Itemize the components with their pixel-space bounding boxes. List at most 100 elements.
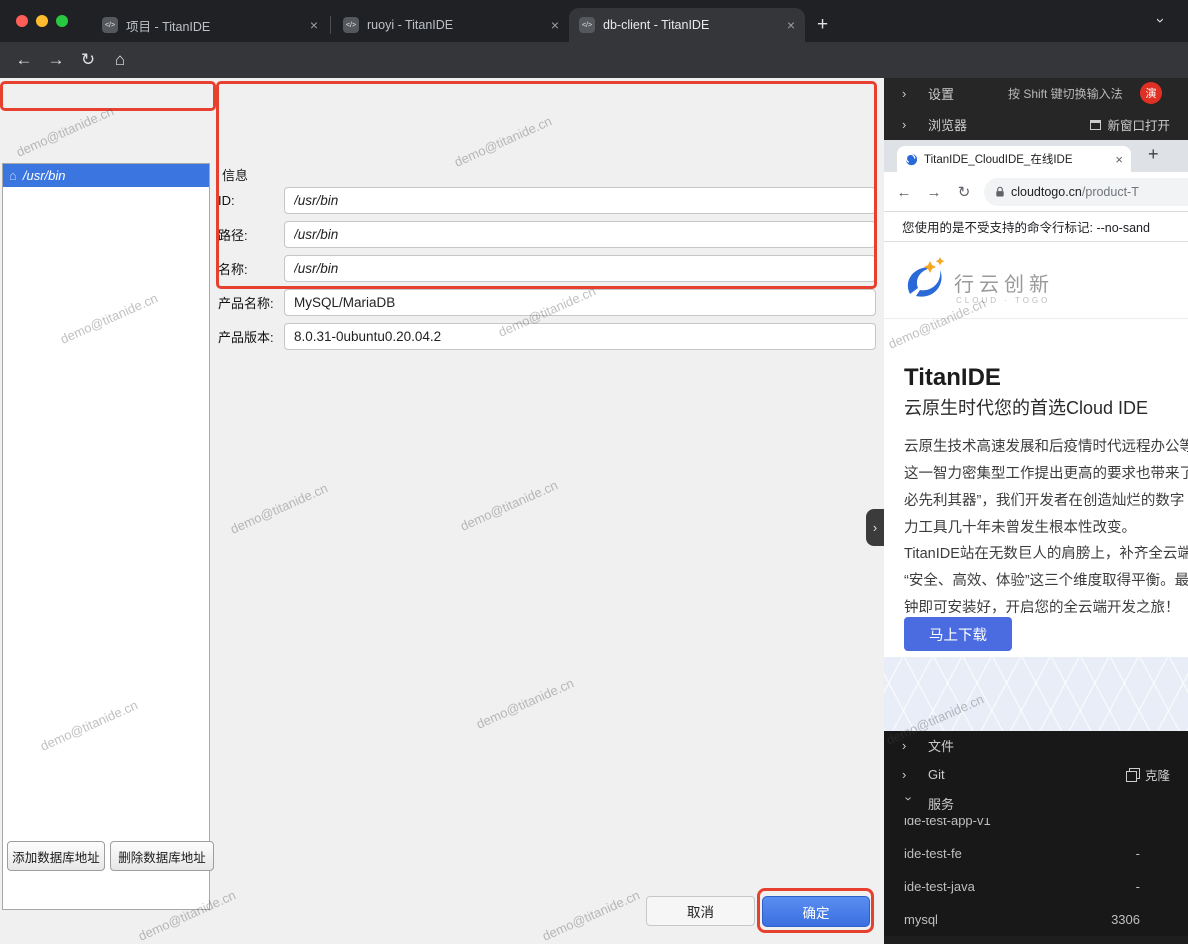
add-database-button[interactable]: 添加数据库地址 — [7, 841, 105, 871]
section-files[interactable]: 文件 — [884, 731, 1188, 760]
service-name: ide-test-java — [904, 879, 975, 894]
product-version-label: 产品版本: — [218, 327, 284, 346]
demo-badge: 演 — [1140, 82, 1162, 104]
tab-title: 项目 - TitanIDE — [126, 16, 302, 35]
chevron-down-icon — [902, 797, 917, 811]
browser-label: 浏览器 — [928, 115, 967, 134]
paragraph-line: 这一智力密集型工作提出更高的要求也带来了 — [904, 461, 1188, 488]
mini-address-bar[interactable]: cloudtogo.cn/product-T — [984, 178, 1188, 206]
home-button[interactable] — [106, 46, 134, 74]
product-name-label: 产品名称: — [218, 293, 284, 312]
panel-collapse-handle[interactable] — [866, 509, 884, 546]
reload-button[interactable] — [74, 46, 102, 74]
new-tab-button[interactable] — [817, 14, 828, 36]
paragraph-line: TitanIDE站在无数巨人的肩膀上，补齐全云端 — [904, 541, 1188, 568]
tab-search-chevron-icon[interactable] — [1152, 18, 1169, 23]
cancel-button[interactable]: 取消 — [646, 896, 755, 926]
forward-button[interactable] — [42, 46, 70, 74]
back-button[interactable] — [10, 46, 38, 74]
chevron-right-icon — [902, 767, 916, 782]
close-tab-icon[interactable] — [787, 17, 795, 33]
cloudtogo-webpage: 行云创新 CLOUD · TOGO TitanIDE 云原生时代您的首选Clou… — [884, 242, 1188, 657]
mini-new-tab-button[interactable] — [1148, 144, 1159, 165]
tab-ruoyi[interactable]: </> ruoyi - TitanIDE — [333, 8, 569, 42]
id-field[interactable] — [284, 187, 876, 214]
section-git[interactable]: Git 克隆 — [884, 760, 1188, 789]
page-title: TitanIDE — [904, 364, 1001, 392]
ok-button[interactable]: 确定 — [762, 896, 870, 927]
settings-row[interactable]: 设置 按 Shift 键切换输入法 演 — [884, 78, 1188, 109]
product-version-field[interactable] — [284, 323, 876, 350]
tab-strip: </> 项目 - TitanIDE </> ruoyi - TitanIDE <… — [92, 8, 828, 42]
db-client-page: /usr/bin 信息 ID: 路径: 名称: 产品名称: 产品版本: 添加数据… — [0, 78, 884, 944]
page-subtitle: 云原生时代您的首选Cloud IDE — [904, 394, 1148, 420]
service-row[interactable]: ide-test-java - — [884, 870, 1188, 903]
paragraph-line: “安全、高效、体验”这三个维度取得平衡。最 — [904, 568, 1188, 595]
window-titlebar: </> 项目 - TitanIDE </> ruoyi - TitanIDE <… — [0, 0, 1188, 42]
tab-separator — [330, 16, 331, 34]
database-list-item-selected[interactable]: /usr/bin — [3, 164, 209, 187]
open-new-window-label: 新窗口打开 — [1107, 115, 1170, 134]
mini-browser-tabstrip: TitanIDE_CloudIDE_在线IDE — [884, 140, 1188, 172]
product-name-field[interactable] — [284, 289, 876, 316]
mini-url-text: cloudtogo.cn/product-T — [1011, 185, 1139, 199]
close-tab-icon[interactable] — [551, 17, 559, 33]
section-label: 文件 — [928, 736, 954, 755]
intro-paragraph: 云原生技术高速发展和后疫情时代远程办公等 这一智力密集型工作提出更高的要求也带来… — [904, 434, 1188, 542]
cloudtogo-logo-icon — [900, 256, 948, 304]
mini-tab-title: TitanIDE_CloudIDE_在线IDE — [924, 151, 1109, 167]
database-list-panel — [2, 163, 210, 910]
maximize-window-button[interactable] — [56, 15, 68, 27]
mini-browser-navbar: cloudtogo.cn/product-T — [884, 172, 1188, 212]
open-new-window-button[interactable]: 新窗口打开 — [1090, 115, 1170, 134]
chevron-right-icon — [902, 86, 916, 101]
close-window-button[interactable] — [16, 15, 28, 27]
form-row: 产品版本: — [218, 323, 876, 350]
git-clone-button[interactable]: 克隆 — [1126, 765, 1170, 784]
browser-row[interactable]: 浏览器 新窗口打开 — [884, 109, 1188, 140]
tab-title: db-client - TitanIDE — [603, 18, 779, 32]
minimize-window-button[interactable] — [36, 15, 48, 27]
titanide-favicon: </> — [343, 17, 359, 33]
mini-reload-button[interactable] — [952, 180, 976, 204]
clone-label: 克隆 — [1145, 765, 1170, 784]
path-label: 路径: — [218, 225, 284, 244]
database-item-label: /usr/bin — [23, 168, 66, 183]
lock-icon — [995, 186, 1005, 198]
form-row: 路径: — [218, 221, 876, 248]
form-row: 产品名称: — [218, 289, 876, 316]
mini-browser-tab[interactable]: TitanIDE_CloudIDE_在线IDE — [897, 146, 1131, 172]
new-window-icon — [1090, 120, 1101, 130]
unsupported-flag-infobar: 您使用的是不受支持的命令行标记: --no-sand — [884, 212, 1188, 242]
service-port: - — [1136, 879, 1140, 894]
url-host: cloudtogo.cn — [1011, 185, 1082, 199]
path-field[interactable] — [284, 221, 876, 248]
name-label: 名称: — [218, 259, 284, 278]
form-row: ID: — [218, 187, 876, 214]
section-label: Git — [928, 767, 945, 782]
mini-back-button[interactable] — [892, 180, 916, 204]
service-name: ide-test-fe — [904, 846, 962, 861]
tab-db-client[interactable]: </> db-client - TitanIDE — [569, 8, 805, 42]
download-now-button[interactable]: 马上下载 — [904, 617, 1012, 651]
paragraph-line: 云原生技术高速发展和后疫情时代远程办公等 — [904, 434, 1188, 461]
cloudtogo-favicon — [905, 153, 918, 166]
close-tab-icon[interactable] — [310, 17, 318, 33]
delete-database-button[interactable]: 删除数据库地址 — [110, 841, 214, 871]
section-services[interactable]: 服务 — [884, 789, 1188, 818]
chevron-right-icon — [873, 520, 877, 535]
name-field[interactable] — [284, 255, 876, 282]
titanide-favicon: </> — [102, 17, 118, 33]
close-tab-icon[interactable] — [1115, 152, 1123, 167]
value-paragraph: TitanIDE站在无数巨人的肩膀上，补齐全云端 “安全、高效、体验”这三个维度… — [904, 541, 1188, 622]
service-port: - — [1136, 846, 1140, 861]
webpage-pattern-background — [884, 657, 1188, 731]
id-label: ID: — [218, 193, 284, 208]
service-row[interactable]: ide-test-fe - — [884, 837, 1188, 870]
service-row[interactable]: mysql 3306 — [884, 903, 1188, 936]
tab-project[interactable]: </> 项目 - TitanIDE — [92, 8, 328, 42]
services-list: ide-test-app-v1 ide-test-fe - ide-test-j… — [884, 804, 1188, 936]
info-form: 信息 ID: 路径: 名称: 产品名称: 产品版本: — [218, 162, 876, 357]
mini-forward-button[interactable] — [922, 180, 946, 204]
titanide-side-panel: 设置 按 Shift 键切换输入法 演 浏览器 新窗口打开 TitanIDE_C… — [884, 78, 1188, 944]
